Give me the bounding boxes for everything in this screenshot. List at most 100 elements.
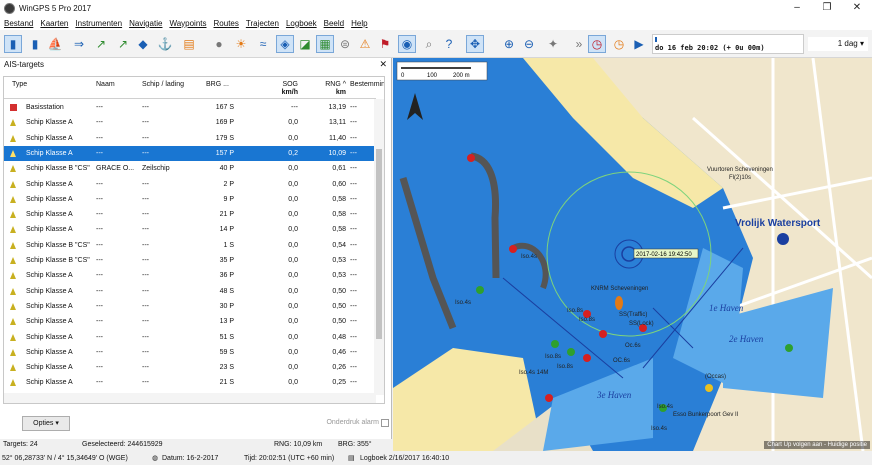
timeline-position[interactable] [655, 37, 657, 42]
cell-type: Schip Klasse A [26, 379, 73, 387]
cell-rng: 0,26 [332, 364, 346, 372]
table-row[interactable]: Schip Klasse A --- --- 21 P 0,0 0,58 --- [4, 207, 374, 222]
tide-icon[interactable]: ≈ [254, 35, 272, 53]
waypoint-icon[interactable]: ◆ [134, 35, 152, 53]
cell-ship: --- [142, 287, 149, 295]
grid-icon[interactable]: ▦ [316, 35, 334, 53]
table-row[interactable]: Schip Klasse A --- --- 21 S 0,0 0,25 --- [4, 375, 374, 390]
col-rng[interactable]: RNG ^ km [312, 81, 346, 97]
table-row[interactable]: Basisstation --- --- 167 S --- 13,19 --- [4, 100, 374, 115]
sound-icon[interactable]: ◉ [398, 35, 416, 53]
table-row[interactable]: Schip Klasse A --- --- 51 S 0,0 0,48 --- [4, 330, 374, 345]
datum-readout: Datum: 16-2-2017 [162, 455, 219, 462]
cell-rng: 0,48 [332, 333, 346, 341]
minimize-button[interactable]: – [782, 0, 812, 16]
clock-icon[interactable]: ◷ [588, 35, 606, 53]
map-mode-label: Chart Up volgen aan - Huidige positie [764, 441, 870, 449]
oc-label: Oc.6s [625, 343, 641, 349]
suppress-alarm-checkbox[interactable] [381, 419, 389, 427]
anchor-icon[interactable]: ⚓ [156, 35, 174, 53]
search-icon[interactable]: ⌕ [420, 35, 438, 53]
boat-icon[interactable]: ⛵ [46, 35, 64, 53]
table-row[interactable]: Schip Klasse A --- --- 13 P 0,0 0,50 --- [4, 314, 374, 329]
vertical-scrollbar[interactable] [374, 99, 384, 395]
layer-icon[interactable]: ◈ [276, 35, 294, 53]
menu-kaarten[interactable]: Kaarten [40, 19, 68, 28]
route-icon[interactable]: ↗ [92, 35, 110, 53]
globe-icon: ◍ [152, 455, 159, 462]
col-sog[interactable]: SOG km/h [264, 81, 298, 97]
selected-target: Geselecteerd: 244615929 [82, 441, 163, 448]
table-row[interactable]: Schip Klasse B "CS" GRACE O... Zeilschip 40… [4, 161, 374, 176]
table-row[interactable]: Schip Klasse A --- --- 48 S 0,0 0,50 --- [4, 284, 374, 299]
connect-icon[interactable]: ⇒ [70, 35, 88, 53]
table-row[interactable]: Schip Klasse A --- --- 179 S 0,0 11,40 --- [4, 131, 374, 146]
col-brg[interactable]: BRG ... [206, 81, 229, 89]
zoom-in-icon[interactable]: ⊕ [500, 35, 518, 53]
logbook-icon[interactable]: ▤ [180, 35, 198, 53]
haven-3 [543, 358, 653, 451]
chart-icon[interactable]: ● [210, 35, 228, 53]
playback-icon[interactable]: ▶ [630, 35, 648, 53]
light-icon[interactable]: ✦ [544, 35, 562, 53]
overlay-icon[interactable]: ◪ [296, 35, 314, 53]
chart-canvas[interactable]: 0 100 200 m 2017-02-16 19:42:50 Vuurtore… [393, 58, 872, 451]
pan-icon[interactable]: ✥ [466, 35, 484, 53]
cell-brg: 1 S [223, 241, 234, 249]
maximize-button[interactable]: ❐ [812, 0, 842, 16]
scroll-thumb[interactable] [376, 149, 382, 339]
ais-panel-icon[interactable]: ▮ [4, 35, 22, 53]
table-row[interactable]: Schip Klasse A --- --- 14 P 0,0 0,58 --- [4, 222, 374, 237]
options-button[interactable]: Opties ▾ [22, 416, 70, 431]
horizontal-scrollbar[interactable] [4, 393, 376, 403]
col-type[interactable]: Type [12, 81, 27, 89]
base-station-icon [10, 104, 17, 111]
time-range-select[interactable]: 1 dag ▾ [808, 37, 868, 51]
table-row[interactable]: Schip Klasse A --- --- 157 P 0,2 10,09 --- [4, 145, 374, 162]
flag-icon[interactable]: ⚑ [376, 35, 394, 53]
help-icon[interactable]: ? [440, 35, 458, 53]
table-row[interactable]: Schip Klasse A --- --- 9 P 0,0 0,58 --- [4, 192, 374, 207]
ship-icon [10, 149, 16, 157]
table-row[interactable]: Schip Klasse A --- --- 2 P 0,0 0,60 --- [4, 177, 374, 192]
ship-icon [10, 333, 16, 341]
chart-map[interactable]: 0 100 200 m 2017-02-16 19:42:50 Vuurtore… [393, 58, 872, 451]
menu-routes[interactable]: Routes [214, 19, 239, 28]
track-icon[interactable]: ↗ [114, 35, 132, 53]
table-row[interactable]: Schip Klasse A --- --- 59 S 0,0 0,46 --- [4, 345, 374, 360]
table-row[interactable]: Schip Klasse A --- --- 169 P 0,0 13,11 --- [4, 115, 374, 130]
warning-icon[interactable]: ⚠ [356, 35, 374, 53]
panel-status-bar: Targets: 24 Geselecteerd: 244615929 [0, 439, 392, 451]
table-row[interactable]: Schip Klasse B "CS" --- --- 35 P 0,0 0,53 --- [4, 253, 374, 268]
weather-icon[interactable]: ☀ [232, 35, 250, 53]
menu-beeld[interactable]: Beeld [324, 19, 344, 28]
menu-navigatie[interactable]: Navigatie [129, 19, 162, 28]
cell-brg: 51 S [219, 333, 234, 341]
table-row[interactable]: Schip Klasse A --- --- 36 P 0,0 0,53 --- [4, 268, 374, 283]
compass-icon[interactable]: ⊜ [336, 35, 354, 53]
timeline-slider[interactable]: do 16 feb 20:02 (+ 0u 00m) [652, 34, 804, 54]
menu-trajecten[interactable]: Trajecten [246, 19, 279, 28]
cell-brg: 169 P [215, 119, 234, 127]
app-icon [4, 2, 15, 14]
menu-instrumenten[interactable]: Instrumenten [75, 19, 122, 28]
instrument-icon[interactable]: ▮ [26, 35, 44, 53]
col-dest[interactable]: Bestemming [350, 81, 384, 89]
zoom-out-icon[interactable]: ⊖ [520, 35, 538, 53]
more-icon[interactable]: » [570, 35, 588, 53]
col-name[interactable]: Naam [96, 81, 115, 89]
panel-close-icon[interactable]: ✕ [379, 59, 387, 70]
menu-help[interactable]: Help [351, 19, 367, 28]
col-ship[interactable]: Schip / lading [142, 81, 184, 89]
table-row[interactable]: Schip Klasse A --- --- 30 P 0,0 0,50 --- [4, 299, 374, 314]
pier-north [470, 152, 500, 279]
menu-waypoints[interactable]: Waypoints [169, 19, 206, 28]
replay-icon[interactable]: ◷ [610, 35, 628, 53]
cell-ship: --- [142, 241, 149, 249]
menu-bestand[interactable]: Bestand [4, 19, 33, 28]
table-row[interactable]: Schip Klasse A --- --- 23 S 0,0 0,26 --- [4, 360, 374, 375]
ship-icon [10, 287, 16, 295]
close-button[interactable]: ✕ [842, 0, 872, 16]
menu-logboek[interactable]: Logboek [286, 19, 317, 28]
table-row[interactable]: Schip Klasse B "CS" --- --- 1 S 0,0 0,54 --- [4, 238, 374, 253]
